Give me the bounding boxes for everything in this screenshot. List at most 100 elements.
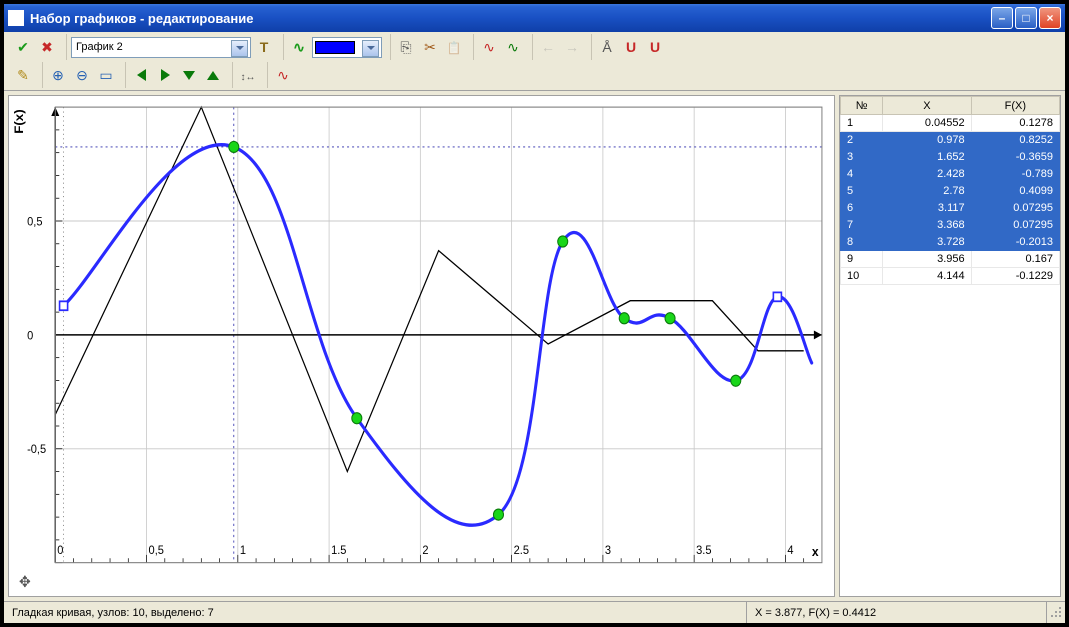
hammer-icon	[256, 39, 272, 55]
arrow-left-icon	[540, 39, 556, 55]
toolbar-area: График 2	[4, 32, 1065, 91]
magnet-add-button[interactable]	[620, 36, 642, 58]
table-row[interactable]: 83.728-0.2013	[841, 234, 1060, 251]
svg-text:1.5: 1.5	[331, 543, 346, 557]
table-row[interactable]: 31.652-0.3659	[841, 149, 1060, 166]
graph-selector[interactable]: График 2	[71, 37, 251, 58]
data-table[interactable]: № X F(X) 10.045520.127820.9780.825231.65…	[840, 96, 1060, 285]
cell-n[interactable]: 3	[841, 149, 883, 166]
cell-n[interactable]: 10	[841, 268, 883, 285]
col-n[interactable]: №	[841, 97, 883, 115]
svg-text:0: 0	[57, 543, 64, 557]
cell-fx[interactable]: -0.1229	[971, 268, 1059, 285]
table-row[interactable]: 10.045520.1278	[841, 115, 1060, 132]
cell-n[interactable]: 1	[841, 115, 883, 132]
curve-a-button[interactable]	[478, 36, 500, 58]
table-row[interactable]: 73.3680.07295	[841, 217, 1060, 234]
svg-text:3: 3	[605, 543, 611, 557]
col-fx[interactable]: F(X)	[971, 97, 1059, 115]
zoom-fit-button[interactable]	[95, 64, 117, 86]
cell-fx[interactable]: 0.4099	[971, 183, 1059, 200]
cell-x[interactable]: 3.728	[883, 234, 971, 251]
status-coords: X = 3.877, F(X) = 0.4412	[747, 602, 1047, 623]
svg-text:1: 1	[240, 543, 246, 557]
paste-icon	[446, 39, 462, 55]
spline-button[interactable]	[272, 64, 294, 86]
accept-button[interactable]	[12, 36, 34, 58]
copy-button[interactable]	[395, 36, 417, 58]
magnet-icon	[647, 39, 663, 55]
edit-button[interactable]	[12, 64, 34, 86]
cut-button[interactable]	[419, 36, 441, 58]
data-table-panel: № X F(X) 10.045520.127820.9780.825231.65…	[839, 95, 1061, 597]
table-row[interactable]: 20.9780.8252	[841, 132, 1060, 149]
cell-x[interactable]: 3.117	[883, 200, 971, 217]
compass-button[interactable]	[596, 36, 618, 58]
wave-tool-button[interactable]	[288, 36, 310, 58]
cell-x[interactable]: 0.04552	[883, 115, 971, 132]
cell-n[interactable]: 6	[841, 200, 883, 217]
cell-x[interactable]: 0.978	[883, 132, 971, 149]
cell-n[interactable]: 9	[841, 251, 883, 268]
cell-n[interactable]: 7	[841, 217, 883, 234]
color-swatch	[315, 41, 355, 54]
cell-n[interactable]: 8	[841, 234, 883, 251]
pan-left-button[interactable]	[130, 64, 152, 86]
cell-fx[interactable]: 0.07295	[971, 217, 1059, 234]
svg-text:-0,5: -0,5	[27, 443, 46, 457]
status-left: Гладкая кривая, узлов: 10, выделено: 7	[4, 602, 747, 623]
cell-x[interactable]: 3.956	[883, 251, 971, 268]
reset-axes-button[interactable]	[237, 64, 259, 86]
cell-x[interactable]: 2.428	[883, 166, 971, 183]
cell-n[interactable]: 4	[841, 166, 883, 183]
arrow-right-icon	[564, 39, 580, 55]
svg-text:0: 0	[27, 329, 34, 343]
cell-fx[interactable]: 0.07295	[971, 200, 1059, 217]
svg-text:F(x): F(x)	[12, 109, 26, 133]
cell-fx[interactable]: -0.2013	[971, 234, 1059, 251]
curve-b-icon	[505, 39, 521, 55]
cell-fx[interactable]: -0.3659	[971, 149, 1059, 166]
cell-x[interactable]: 1.652	[883, 149, 971, 166]
table-row[interactable]: 63.1170.07295	[841, 200, 1060, 217]
cell-fx[interactable]: 0.1278	[971, 115, 1059, 132]
properties-button[interactable]	[253, 36, 275, 58]
cell-x[interactable]: 2.78	[883, 183, 971, 200]
col-x[interactable]: X	[883, 97, 971, 115]
close-button[interactable]: ×	[1039, 7, 1061, 29]
svg-text:4: 4	[787, 543, 794, 557]
pan-down-button[interactable]	[178, 64, 200, 86]
statusbar: Гладкая кривая, узлов: 10, выделено: 7 X…	[4, 601, 1065, 623]
curve-a-icon	[481, 39, 497, 55]
pencil-icon	[15, 67, 31, 83]
titlebar[interactable]: Набор графиков - редактирование – □ ×	[4, 4, 1065, 32]
pan-right-button[interactable]	[154, 64, 176, 86]
reject-button[interactable]	[36, 36, 58, 58]
magnet-snap-button[interactable]	[644, 36, 666, 58]
copy-icon	[398, 39, 414, 55]
cell-fx[interactable]: 0.167	[971, 251, 1059, 268]
chart-canvas[interactable]: 00,511.522.533.54-0,500,5xF(x)✥	[8, 95, 835, 597]
minimize-button[interactable]: –	[991, 7, 1013, 29]
zoom-in-button[interactable]	[47, 64, 69, 86]
cell-x[interactable]: 3.368	[883, 217, 971, 234]
color-selector[interactable]	[312, 37, 382, 58]
table-row[interactable]: 93.9560.167	[841, 251, 1060, 268]
svg-text:2: 2	[422, 543, 428, 557]
cell-n[interactable]: 5	[841, 183, 883, 200]
table-row[interactable]: 52.780.4099	[841, 183, 1060, 200]
table-row[interactable]: 42.428-0.789	[841, 166, 1060, 183]
cell-n[interactable]: 2	[841, 132, 883, 149]
cell-fx[interactable]: -0.789	[971, 166, 1059, 183]
table-row[interactable]: 104.144-0.1229	[841, 268, 1060, 285]
x-icon	[39, 39, 55, 55]
resize-grip[interactable]	[1047, 605, 1065, 621]
pan-up-button[interactable]	[202, 64, 224, 86]
cell-fx[interactable]: 0.8252	[971, 132, 1059, 149]
maximize-button[interactable]: □	[1015, 7, 1037, 29]
cell-x[interactable]: 4.144	[883, 268, 971, 285]
zoom-out-button[interactable]	[71, 64, 93, 86]
triangle-right-icon	[161, 69, 170, 81]
curve-b-button[interactable]	[502, 36, 524, 58]
spline-icon	[275, 67, 291, 83]
